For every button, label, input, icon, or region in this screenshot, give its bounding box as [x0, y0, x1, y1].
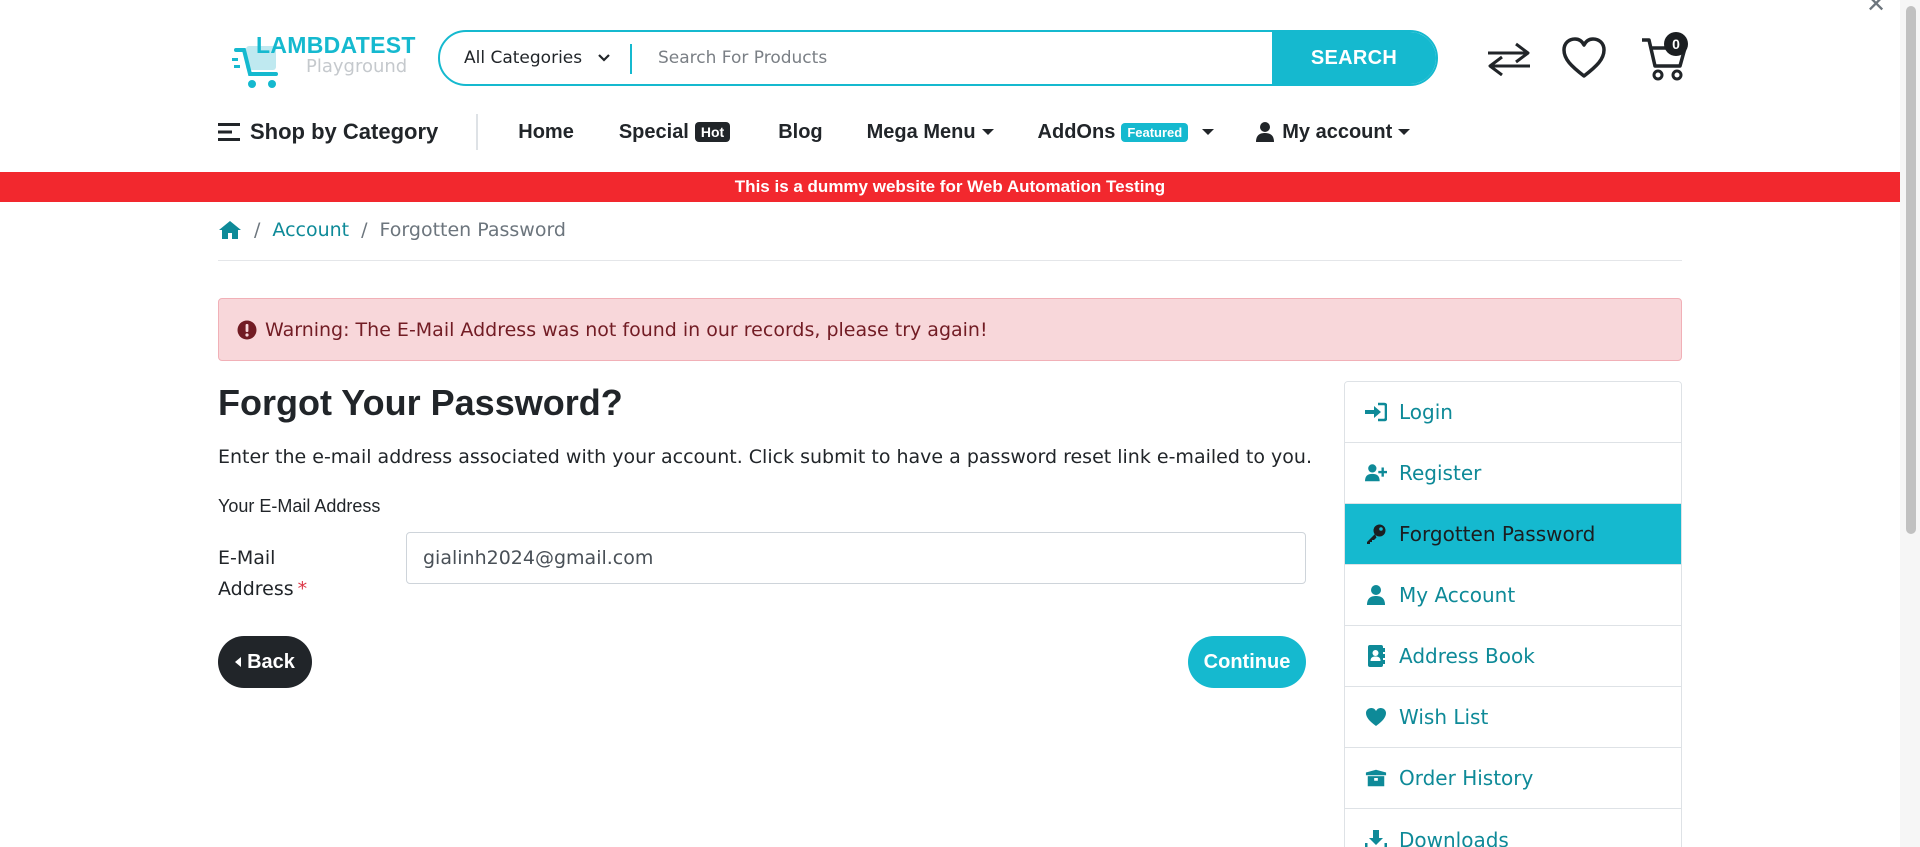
sidebar-item-label: My Account [1399, 583, 1516, 607]
featured-badge: Featured [1121, 122, 1189, 142]
chevron-down-icon [598, 54, 610, 62]
warning-alert: Warning: The E-Mail Address was not foun… [218, 298, 1682, 361]
cart-count-badge: 0 [1664, 32, 1688, 56]
exclamation-circle-icon [237, 320, 257, 340]
sidebar-item-label: Login [1399, 400, 1453, 424]
nav-home-label: Home [518, 120, 574, 143]
breadcrumb-divider [218, 260, 1682, 261]
nav-blog[interactable]: Blog [778, 121, 822, 144]
search-bar: All Categories SEARCH [438, 30, 1438, 86]
nav-mega-menu[interactable]: Mega Menu [867, 121, 994, 144]
back-button-label: Back [247, 650, 295, 673]
email-field-label-text: E-Mail Address [218, 547, 294, 600]
sidebar-item-label: Order History [1399, 766, 1534, 790]
nav-special-label: Special [618, 120, 689, 143]
breadcrumb-separator: / [254, 219, 261, 241]
address-book-icon [1365, 645, 1387, 667]
nav-my-account[interactable]: My account [1256, 120, 1411, 144]
nav-mega-menu-label: Mega Menu [866, 120, 976, 143]
nav-divider [476, 114, 479, 150]
nav-special[interactable]: Special Hot [618, 120, 731, 144]
main-nav: Shop by Category Home Special Hot Blog M… [218, 110, 1411, 154]
sidebar-item-login[interactable]: Login [1345, 382, 1681, 443]
nav-blog-label: Blog [778, 120, 823, 143]
box-icon [1365, 767, 1387, 789]
home-icon[interactable] [218, 220, 242, 240]
caret-down-icon [1202, 129, 1215, 135]
back-button[interactable]: Back [218, 636, 312, 688]
sidebar-item-forgotten-password[interactable]: Forgotten Password [1345, 504, 1681, 565]
breadcrumb-account-link[interactable]: Account [272, 219, 349, 241]
category-select[interactable]: All Categories [440, 32, 632, 84]
caret-down-icon [1398, 129, 1411, 135]
close-icon[interactable]: ✕ [1866, 0, 1886, 18]
required-mark: * [297, 578, 308, 600]
sidebar-item-order-history[interactable]: Order History [1345, 748, 1681, 809]
sidebar-item-downloads[interactable]: Downloads [1345, 809, 1681, 847]
sidebar-item-label: Register [1399, 461, 1482, 485]
email-field[interactable] [406, 532, 1306, 584]
shop-by-category-button[interactable]: Shop by Category [218, 119, 438, 145]
sign-in-icon [1365, 401, 1387, 423]
sidebar-item-label: Downloads [1399, 827, 1509, 847]
warning-alert-text: Warning: The E-Mail Address was not foun… [265, 318, 988, 341]
caret-down-icon [981, 129, 994, 135]
search-input[interactable] [640, 32, 1210, 84]
search-divider [630, 44, 632, 74]
heart-icon[interactable] [1558, 32, 1610, 84]
nav-addons-label: AddOns [1037, 120, 1116, 143]
breadcrumb-current: Forgotten Password [379, 219, 566, 241]
user-icon [1256, 122, 1275, 142]
logo-subtitle: Playground [306, 56, 408, 77]
scrollbar-thumb[interactable] [1906, 6, 1916, 534]
account-sidebar: Login Register Forgotten Password My Acc… [1344, 381, 1682, 847]
sidebar-item-address-book[interactable]: Address Book [1345, 626, 1681, 687]
search-button[interactable]: SEARCH [1272, 32, 1436, 84]
email-field-label: E-Mail Address * [218, 543, 328, 605]
breadcrumb-separator: / [361, 219, 368, 241]
sidebar-item-register[interactable]: Register [1345, 443, 1681, 504]
sidebar-item-label: Wish List [1399, 705, 1489, 729]
breadcrumb: / Account / Forgotten Password [218, 218, 566, 242]
category-select-label: All Categories [464, 48, 583, 68]
form-legend: Your E-Mail Address [218, 496, 381, 516]
user-plus-icon [1365, 462, 1387, 484]
form-intro-text: Enter the e-mail address associated with… [218, 446, 1312, 468]
shop-by-category-label: Shop by Category [250, 119, 439, 144]
sidebar-item-my-account[interactable]: My Account [1345, 565, 1681, 626]
page-title: Forgot Your Password? [218, 382, 623, 423]
nav-home[interactable]: Home [518, 121, 574, 144]
user-icon [1365, 584, 1387, 606]
heart-icon [1365, 706, 1387, 728]
download-icon [1365, 829, 1387, 847]
continue-button[interactable]: Continue [1188, 636, 1306, 688]
announcement-banner: This is a dummy website for Web Automati… [0, 172, 1900, 202]
caret-left-icon [235, 657, 242, 667]
site-logo[interactable]: LAMBDATEST Playground [232, 30, 415, 92]
key-icon [1365, 523, 1387, 545]
logo-wordmark: LAMBDATEST [256, 32, 416, 58]
sidebar-item-label: Forgotten Password [1399, 522, 1596, 546]
compare-icon[interactable] [1484, 34, 1534, 84]
nav-addons[interactable]: AddOns Featured [1038, 121, 1215, 144]
hot-badge: Hot [694, 122, 731, 142]
nav-my-account-label: My account [1282, 120, 1393, 143]
menu-bars-icon [218, 123, 240, 141]
sidebar-item-label: Address Book [1399, 644, 1535, 668]
sidebar-item-wish-list[interactable]: Wish List [1345, 687, 1681, 748]
